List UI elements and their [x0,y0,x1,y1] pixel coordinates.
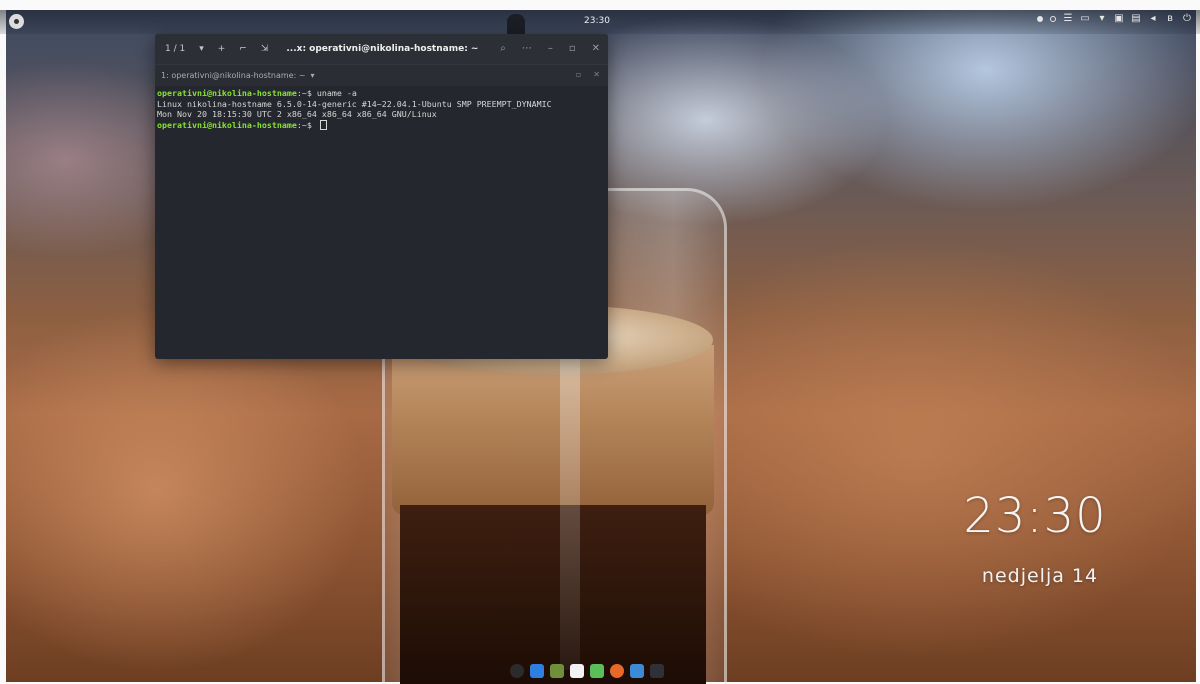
dock [510,664,664,678]
maximize-icon[interactable]: ▫ [569,43,576,54]
split-icon[interactable]: ⌐ [239,44,247,54]
terminal-line: operativni@nikolina-hostname:~$ uname -a [157,88,606,99]
activities-button[interactable] [9,14,24,29]
top-panel: 23:30 ☰ ▭ ▾ ▣ ▤ ◂ ʙ ⏻ [0,10,1200,34]
wifi-icon[interactable]: ▾ [1097,14,1107,24]
window-title: ...x: operativni@nikolina-hostname: ~ [286,44,479,54]
prompt-path: :~$ [296,88,317,98]
system-tray: ☰ ▭ ▾ ▣ ▤ ◂ ʙ ⏻ [1037,14,1192,24]
show-apps-icon[interactable] [510,664,524,678]
settings-icon[interactable] [550,664,564,678]
new-tab-icon[interactable]: + [218,44,226,54]
document-viewer-icon[interactable] [570,664,584,678]
tab-list-chevron-icon[interactable]: ▾ [199,44,204,54]
network-icon[interactable]: ▣ [1114,14,1124,24]
tab-label[interactable]: 1: operativni@nikolina-hostname: ~ [161,71,306,80]
text-editor-icon[interactable] [590,664,604,678]
workspace-dot-active[interactable] [1037,16,1043,22]
firefox-icon[interactable] [610,664,624,678]
tab-maximize-icon[interactable]: ▫ [576,70,581,79]
detach-icon[interactable]: ⇲ [261,44,269,54]
wallpaper-coffee [400,505,706,684]
prompt-user: operativni@nikolina-hostname [157,119,297,130]
tab-counter[interactable]: 1 / 1 [165,44,185,54]
search-icon[interactable]: ⌕ [500,43,506,54]
command-text: uname -a [316,88,357,98]
panel-clock[interactable]: 23:30 [584,16,610,26]
activities-icon [14,19,19,24]
prompt-path: :~$ [296,119,317,130]
terminal-icon[interactable] [650,664,664,678]
more-icon[interactable]: ⋯ [522,43,532,54]
terminal-line: operativni@nikolina-hostname:~$ [157,119,606,131]
mail-icon[interactable] [530,664,544,678]
terminal-line: Linux nikolina-hostname 6.5.0-14-generic… [157,98,552,109]
power-icon[interactable]: ⏻ [1182,14,1192,24]
tab-chevron-down-icon[interactable]: ▾ [311,71,315,80]
files-icon[interactable] [630,664,644,678]
volume-icon[interactable]: ◂ [1148,14,1158,24]
menu-icon[interactable]: ☰ [1063,14,1073,24]
bluetooth-icon[interactable]: ʙ [1165,14,1175,24]
text-cursor [319,119,327,130]
desktop-clock-time: 23:30 [963,488,1107,544]
workspace-dot-inactive[interactable] [1050,16,1056,22]
tab-close-icon[interactable]: ✕ [593,70,600,79]
desktop-clock-date: nedjelja 14 [981,565,1099,587]
terminal-titlebar[interactable]: 1 / 1 ▾ + ⌐ ⇲ ...x: operativni@nikolina-… [155,34,608,64]
battery-icon[interactable]: ▤ [1131,14,1141,24]
clipboard-icon[interactable]: ▭ [1080,14,1090,24]
terminal-tabbar: 1: operativni@nikolina-hostname: ~ ▾ ▫ ✕ [155,64,608,86]
terminal-output[interactable]: operativni@nikolina-hostname:~$ uname -a… [155,86,608,132]
wallpaper-glass-highlight [560,330,580,670]
minimize-icon[interactable]: – [548,43,553,54]
close-icon[interactable]: ✕ [592,43,600,54]
terminal-line: Mon Nov 20 18:15:30 UTC 2 x86_64 x86_64 … [157,109,437,119]
prompt-user: operativni@nikolina-hostname [157,88,297,98]
terminal-window[interactable]: 1 / 1 ▾ + ⌐ ⇲ ...x: operativni@nikolina-… [155,34,608,359]
